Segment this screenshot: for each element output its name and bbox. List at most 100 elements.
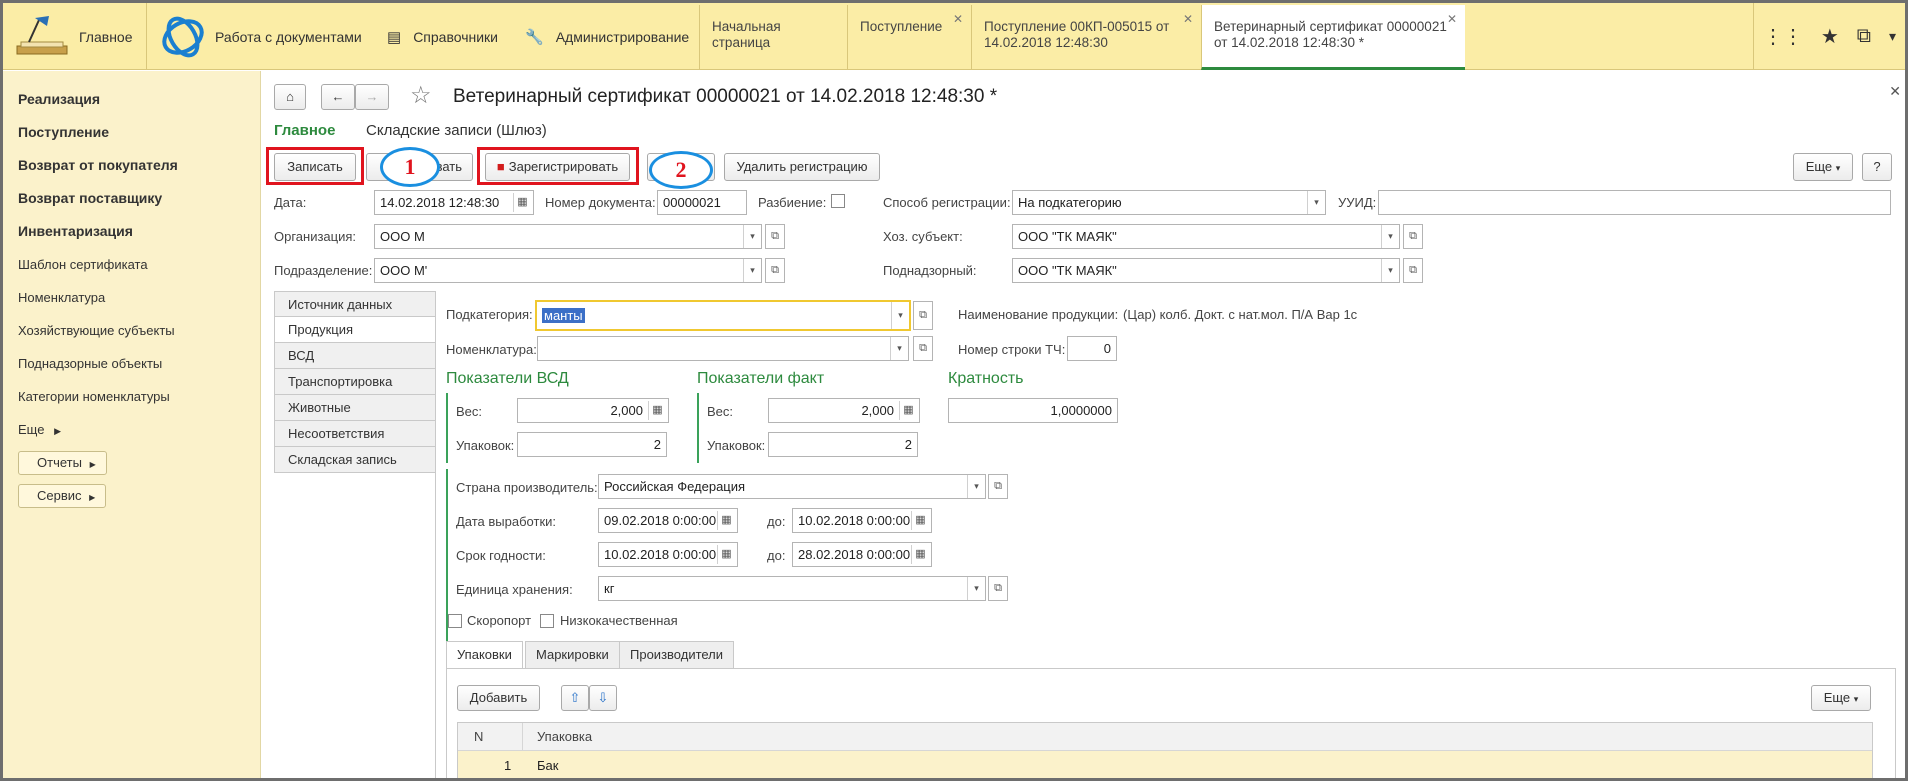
subtab-markings[interactable]: Маркировки <box>525 641 620 669</box>
expiry-to-field[interactable]: 28.02.2018 0:00:00 ▦ <box>792 542 932 567</box>
apps-grid-icon[interactable]: ⋮⋮ <box>1763 24 1803 49</box>
tab-receipt-doc[interactable]: Поступление 00КП-005015 от 14.02.2018 12… <box>971 5 1201 69</box>
back-button[interactable]: ← <box>321 84 355 110</box>
reports-button[interactable]: Отчеты ▶ <box>18 451 107 475</box>
sidebar-item-nomenclature[interactable]: Номенклатура <box>18 290 105 305</box>
open-icon[interactable]: ⧉ <box>765 258 785 283</box>
open-icon[interactable]: ⧉ <box>913 336 933 361</box>
table-more-button[interactable]: Еще ▾ <box>1811 685 1871 711</box>
chevron-down-icon[interactable]: ▾ <box>1381 225 1399 248</box>
add-button[interactable]: Добавить <box>457 685 540 711</box>
tab-vsd[interactable]: ВСД <box>274 343 436 369</box>
tab-receipts[interactable]: Поступление ✕ <box>847 5 971 69</box>
table-row[interactable]: 1 Бак <box>458 751 1872 778</box>
open-icon[interactable]: ⧉ <box>988 576 1008 601</box>
docnum-field[interactable]: 00000021 <box>657 190 747 215</box>
close-icon[interactable]: ✕ <box>953 11 963 27</box>
unit-select[interactable]: кг ▾ <box>598 576 986 601</box>
chevron-down-icon[interactable]: ▾ <box>1381 259 1399 282</box>
tab-products[interactable]: Продукция <box>274 317 436 343</box>
reg-method-select[interactable]: На подкатегорию ▾ <box>1012 190 1326 215</box>
chevron-down-icon[interactable]: ▾ <box>967 475 985 498</box>
calendar-icon[interactable]: ▦ <box>717 545 735 564</box>
supervised-select[interactable]: ООО "ТК МАЯК" ▾ <box>1012 258 1400 283</box>
country-select[interactable]: Российская Федерация ▾ <box>598 474 986 499</box>
open-icon[interactable]: ⧉ <box>765 224 785 249</box>
rownum-field[interactable]: 0 <box>1067 336 1117 361</box>
expiry-from-field[interactable]: 10.02.2018 0:00:00 ▦ <box>598 542 738 567</box>
home-section[interactable]: Главное <box>13 3 141 70</box>
chevron-down-icon[interactable]: ▾ <box>743 225 761 248</box>
admin-section[interactable]: 🔧 Администрирование <box>525 3 689 70</box>
chevron-down-icon[interactable]: ▾ <box>1889 28 1896 45</box>
open-icon[interactable]: ⧉ <box>1403 224 1423 249</box>
tab-discrepancies[interactable]: Несоответствия <box>274 421 436 447</box>
nomen-select[interactable]: ▾ <box>537 336 909 361</box>
open-icon[interactable]: ⧉ <box>1403 258 1423 283</box>
sidebar-item-supervised-objects[interactable]: Поднадзорные объекты <box>18 356 162 371</box>
star-outline-icon[interactable]: ☆ <box>410 81 432 110</box>
calendar-icon[interactable]: ▦ <box>717 511 735 530</box>
date-field[interactable]: 14.02.2018 12:48:30 ▦ <box>374 190 534 215</box>
tab-vet-cert[interactable]: Ветеринарный сертификат 00000021 от 14.0… <box>1201 5 1465 70</box>
col-n-header[interactable]: N <box>474 729 483 744</box>
tab-transport[interactable]: Транспортировка <box>274 369 436 395</box>
history-icon[interactable]: ⧉ <box>1857 25 1871 48</box>
org-select[interactable]: ООО М ▾ <box>374 224 762 249</box>
nav-store-records[interactable]: Складские записи (Шлюз) <box>366 122 547 139</box>
calendar-icon[interactable]: ▦ <box>513 193 531 212</box>
sidebar-item-nomenclature-categories[interactable]: Категории номенклатуры <box>18 389 170 404</box>
tab-store-record[interactable]: Складская запись <box>274 447 436 473</box>
tab-animals[interactable]: Животные <box>274 395 436 421</box>
unregister-button[interactable]: Удалить регистрацию <box>724 153 880 181</box>
split-checkbox[interactable] <box>831 194 845 208</box>
docs-section[interactable]: Работа с документами <box>146 3 370 70</box>
sidebar-item-sales[interactable]: Реализация <box>18 91 100 107</box>
sidebar-item-receipts[interactable]: Поступление <box>18 124 109 140</box>
fact-weight-field[interactable]: 2,000 ▦ <box>768 398 920 423</box>
star-icon[interactable]: ★ <box>1821 24 1839 49</box>
move-down-button[interactable]: ⇩ <box>589 685 617 711</box>
more-button[interactable]: Еще ▾ <box>1793 153 1853 181</box>
tab-start-page[interactable]: Начальная страница <box>699 5 847 69</box>
sidebar-item-cert-template[interactable]: Шаблон сертификата <box>18 257 148 272</box>
calendar-icon[interactable]: ▦ <box>911 511 929 530</box>
chevron-down-icon[interactable]: ▾ <box>890 337 908 360</box>
prod-date-to-field[interactable]: 10.02.2018 0:00:00 ▦ <box>792 508 932 533</box>
calculator-icon[interactable]: ▦ <box>648 401 666 420</box>
nav-main[interactable]: Главное <box>274 122 335 139</box>
prod-date-from-field[interactable]: 09.02.2018 0:00:00 ▦ <box>598 508 738 533</box>
perishable-checkbox[interactable] <box>448 614 462 628</box>
open-icon[interactable]: ⧉ <box>988 474 1008 499</box>
sidebar-item-inventory[interactable]: Инвентаризация <box>18 223 133 239</box>
vsd-weight-field[interactable]: 2,000 ▦ <box>517 398 669 423</box>
close-icon[interactable]: ✕ <box>1889 83 1901 100</box>
fact-packs-field[interactable]: 2 <box>768 432 918 457</box>
close-icon[interactable]: ✕ <box>1183 11 1193 27</box>
sidebar-item-supplier-return[interactable]: Возврат поставщику <box>18 190 162 206</box>
mult-field[interactable]: 1,0000000 <box>948 398 1118 423</box>
vsd-packs-field[interactable]: 2 <box>517 432 667 457</box>
chevron-down-icon[interactable]: ▾ <box>1307 191 1325 214</box>
sidebar-item-customer-return[interactable]: Возврат от покупателя <box>18 157 178 173</box>
move-up-button[interactable]: ⇧ <box>561 685 589 711</box>
subject-select[interactable]: ООО "ТК МАЯК" ▾ <box>1012 224 1400 249</box>
uuid-field[interactable] <box>1378 190 1891 215</box>
home-button[interactable]: ⌂ <box>274 84 306 110</box>
chevron-down-icon[interactable]: ▾ <box>967 577 985 600</box>
subtab-producers[interactable]: Производители <box>619 641 735 669</box>
subtab-packages[interactable]: Упаковки <box>446 641 523 669</box>
sidebar-item-business-entities[interactable]: Хозяйствующие субъекты <box>18 323 175 338</box>
close-icon[interactable]: ✕ <box>1447 11 1457 27</box>
refs-section[interactable]: ▤ Справочники <box>387 3 498 70</box>
calculator-icon[interactable]: ▦ <box>899 401 917 420</box>
calendar-icon[interactable]: ▦ <box>911 545 929 564</box>
help-button[interactable]: ? <box>1862 153 1892 181</box>
chevron-down-icon[interactable]: ▾ <box>891 302 909 329</box>
open-icon[interactable]: ⧉ <box>913 301 933 330</box>
chevron-down-icon[interactable]: ▾ <box>743 259 761 282</box>
dept-select[interactable]: ООО М' ▾ <box>374 258 762 283</box>
forward-button[interactable]: → <box>355 84 389 110</box>
sidebar-item-more[interactable]: Еще ▶ <box>18 422 61 437</box>
tab-data-source[interactable]: Источник данных <box>274 291 436 317</box>
